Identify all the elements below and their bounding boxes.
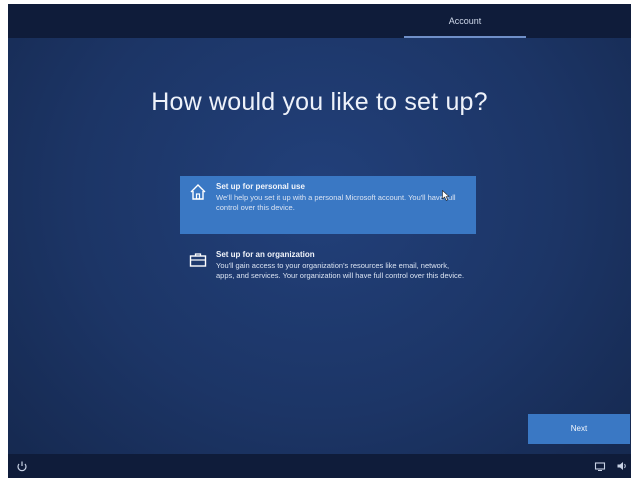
home-icon	[190, 184, 206, 200]
accessibility-icon[interactable]	[16, 460, 28, 472]
option-description: You'll gain access to your organization'…	[216, 261, 465, 280]
option-description: We'll help you set it up with a personal…	[216, 193, 456, 212]
option-personal-use[interactable]: Set up for personal use We'll help you s…	[180, 176, 476, 234]
network-icon[interactable]	[594, 460, 606, 472]
tab-account: Account	[404, 4, 526, 38]
option-organization[interactable]: Set up for an organization You'll gain a…	[180, 244, 476, 304]
bottom-bar	[8, 454, 631, 478]
oobe-screen: Account How would you like to set up? Se…	[8, 4, 631, 478]
next-button[interactable]: Next	[528, 414, 630, 444]
top-bar: Account	[8, 4, 631, 38]
page-title: How would you like to set up?	[151, 88, 488, 116]
option-title: Set up for personal use	[216, 182, 305, 191]
briefcase-icon	[189, 253, 207, 267]
mouse-cursor-icon	[442, 190, 450, 201]
volume-icon[interactable]	[616, 460, 628, 472]
option-title: Set up for an organization	[216, 250, 315, 259]
